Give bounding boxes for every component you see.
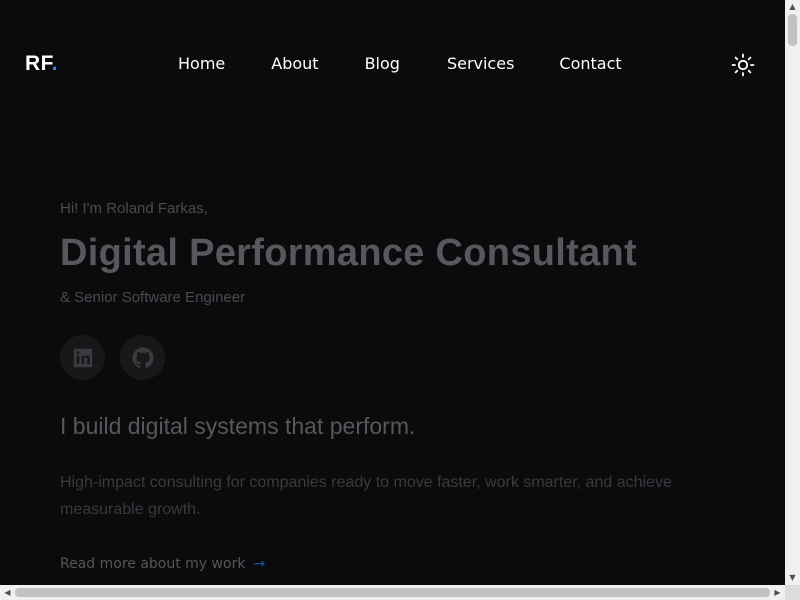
site-logo[interactable]: RF.: [25, 52, 58, 76]
linkedin-link[interactable]: [60, 335, 105, 380]
hero-greeting: Hi! I'm Roland Farkas,: [60, 200, 208, 217]
page-viewport: RF. Home About Blog Services Contact Hi!…: [0, 0, 785, 585]
scroll-left-arrow-icon[interactable]: ◀: [3, 587, 12, 598]
arrow-right-icon: →: [253, 556, 266, 572]
site-header: RF. Home About Blog Services Contact: [0, 0, 785, 130]
logo-text: RF: [25, 52, 52, 75]
linkedin-icon: [73, 348, 92, 367]
hero-description: High-impact consulting for companies rea…: [60, 474, 672, 518]
theme-toggle-button[interactable]: [731, 53, 755, 77]
hero-tagline: I build digital systems that perform.: [60, 413, 416, 439]
horizontal-scrollbar[interactable]: ◀ ▶: [0, 585, 785, 600]
hero-title: Digital Performance Consultant: [60, 232, 637, 274]
scroll-right-arrow-icon[interactable]: ▶: [773, 587, 782, 598]
social-links: [60, 335, 165, 380]
read-more-label: Read more about my work: [60, 556, 246, 572]
horizontal-scroll-thumb[interactable]: [15, 588, 770, 597]
read-more-link[interactable]: Read more about my work →: [60, 556, 265, 572]
hero-subtitle: & Senior Software Engineer: [60, 289, 246, 306]
github-icon: [132, 347, 154, 368]
vertical-scroll-thumb[interactable]: [788, 14, 797, 46]
logo-dot: .: [51, 52, 59, 75]
nav-blog-link[interactable]: Blog: [365, 54, 400, 73]
sun-icon: [731, 53, 755, 77]
nav-about-link[interactable]: About: [271, 54, 318, 73]
github-link[interactable]: [120, 335, 165, 380]
scroll-up-arrow-icon[interactable]: ▲: [788, 2, 797, 11]
nav-home-link[interactable]: Home: [178, 54, 225, 73]
scroll-down-arrow-icon[interactable]: ▼: [788, 573, 797, 582]
scrollbar-corner: [785, 585, 800, 600]
nav-services-link[interactable]: Services: [447, 54, 514, 73]
main-nav: Home About Blog Services Contact: [178, 54, 622, 73]
vertical-scrollbar[interactable]: ▲ ▼: [785, 0, 800, 585]
nav-contact-link[interactable]: Contact: [559, 54, 621, 73]
